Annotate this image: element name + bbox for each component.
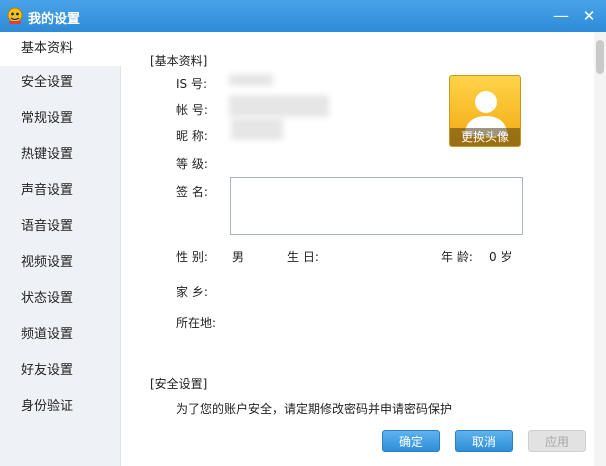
window-title: 我的设置 [28, 12, 81, 27]
close-button[interactable]: ✕ [578, 5, 600, 27]
age-value: 0 岁 [489, 250, 513, 264]
minimize-button[interactable]: — [550, 5, 572, 27]
nickname-label: 昵 称: [176, 129, 208, 143]
signature-input[interactable] [230, 177, 523, 235]
level-label: 等 级: [176, 157, 208, 171]
is-number-value-redacted [229, 74, 273, 86]
gender-label: 性 别: [176, 250, 208, 264]
basic-info-section-title: [基本资料] [150, 54, 208, 68]
change-avatar-button[interactable]: 更换头像 [449, 75, 521, 147]
signature-label: 签 名: [176, 185, 208, 199]
sidebar-item-video[interactable]: 视频设置 [0, 246, 121, 280]
nickname-value-redacted [231, 118, 283, 140]
birthday-label: 生 日: [287, 250, 319, 264]
cancel-button[interactable]: 取消 [455, 430, 513, 452]
sidebar-item-channel[interactable]: 频道设置 [0, 318, 121, 352]
account-value-redacted [229, 95, 329, 117]
age-label: 年 龄: [441, 250, 473, 264]
app-logo-icon [7, 7, 23, 24]
is-number-label: IS 号: [176, 77, 208, 91]
hometown-label: 家 乡: [176, 285, 208, 299]
scrollbar-thumb[interactable] [596, 40, 604, 74]
ok-button[interactable]: 确定 [382, 430, 440, 452]
account-label: 帐 号: [176, 103, 208, 117]
sidebar-item-security[interactable]: 安全设置 [0, 66, 121, 100]
location-label: 所在地: [176, 316, 217, 330]
sidebar-item-basic-info[interactable]: 基本资料 [0, 32, 121, 66]
sidebar-item-friends[interactable]: 好友设置 [0, 354, 121, 388]
security-tip-text: 为了您的账户安全，请定期修改密码并申请密码保护 [176, 402, 453, 416]
gender-value: 男 [232, 250, 245, 264]
content-scrollbar[interactable] [594, 32, 606, 466]
sidebar-item-sound[interactable]: 声音设置 [0, 174, 121, 208]
apply-button[interactable]: 应用 [528, 430, 586, 452]
settings-sidebar: 基本资料 安全设置 常规设置 热键设置 声音设置 语音设置 视频设置 状态设置 … [0, 32, 121, 466]
sidebar-item-hotkeys[interactable]: 热键设置 [0, 138, 121, 172]
sidebar-item-general[interactable]: 常规设置 [0, 102, 121, 136]
security-section-title: [安全设置] [150, 377, 208, 391]
title-bar: 我的设置 — ✕ [0, 0, 606, 32]
sidebar-item-voice[interactable]: 语音设置 [0, 210, 121, 244]
change-avatar-caption: 更换头像 [450, 128, 520, 146]
sidebar-item-identity[interactable]: 身份验证 [0, 390, 121, 424]
sidebar-item-status[interactable]: 状态设置 [0, 282, 121, 316]
